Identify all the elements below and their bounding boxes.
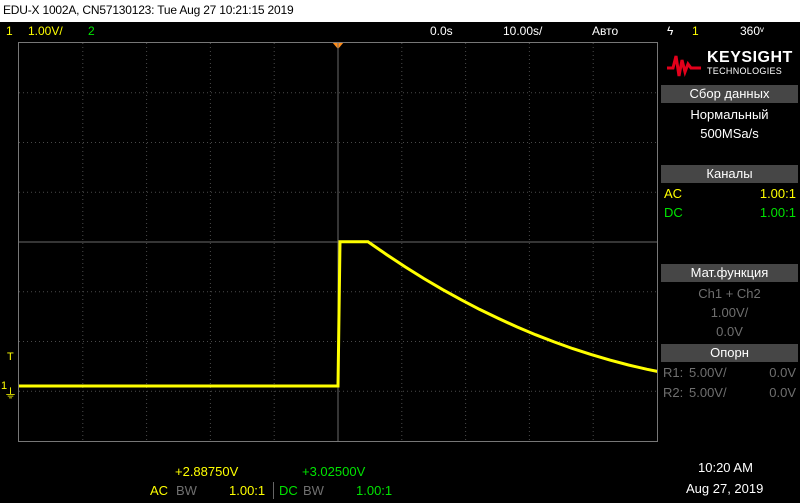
bottom-bar: +2.88750V +3.02500V AC BW 1.00:1 DC BW 1… [0,449,800,503]
reference-header[interactable]: Опорн [661,344,798,362]
channel-1-scale[interactable]: 1.00V/ [28,24,63,38]
channel-2-probe[interactable]: 1.00:1 [760,205,796,220]
channel-2-number[interactable]: 2 [88,24,95,38]
brand-sub: TECHNOLOGIES [707,66,783,76]
clock-time: 10:20 AM [698,460,753,475]
channel-1-bottom-probe[interactable]: 1.00:1 [229,483,265,498]
channel-1-bw-limit[interactable]: BW [176,483,197,498]
channel-1-coupling[interactable]: AC [664,186,682,201]
ref-2-label: R2: [663,385,684,400]
acquisition-mode: Нормальный [690,107,769,122]
acquisition-header[interactable]: Сбор данных [661,85,798,103]
channel-2-bottom-coupling[interactable]: DC [279,483,298,498]
ref-2-scale: 5.00V/ [689,385,727,400]
channel-1-offset[interactable]: +2.88750V [175,464,238,479]
channel-2-offset[interactable]: +3.02500V [302,464,365,479]
channel-divider [273,482,274,499]
channels-header[interactable]: Каналы [661,165,798,183]
trigger-mode[interactable]: Авто [592,24,618,38]
math-scale: 1.00V/ [710,305,749,320]
side-panel: KEYSIGHT TECHNOLOGIES Сбор данных Нормал… [659,40,800,442]
window-title: EDU-X 1002A, CN57130123: Tue Aug 27 10:2… [3,3,294,17]
ref-1-label: R1: [663,365,684,380]
trigger-edge-icon: ϟ [667,24,674,38]
ref-1-offset: 0.0V [769,365,796,380]
math-offset: 0.0V [716,324,743,339]
channel-2-bottom-probe[interactable]: 1.00:1 [356,483,392,498]
clock-date: Aug 27, 2019 [686,481,764,496]
trigger-level[interactable]: 360ᵛ [740,24,764,38]
brand-name: KEYSIGHT [707,49,793,66]
keysight-logo-icon [667,55,701,78]
ground-icon: ⏚ [4,386,18,401]
channel-1-probe[interactable]: 1.00:1 [760,186,796,201]
ref-1-scale: 5.00V/ [689,365,727,380]
channel-1-bottom-coupling[interactable]: AC [150,483,168,498]
time-offset[interactable]: 0.0s [430,24,453,38]
channel-1-number[interactable]: 1 [6,24,13,38]
math-header[interactable]: Мат.функция [661,264,798,282]
status-bar: 1 1.00V/ 2 0.0s 10.00ѕ/ Авто ϟ 1 360ᵛ [0,22,800,40]
channel-2-coupling[interactable]: DC [664,205,683,220]
trigger-level-marker[interactable]: T [7,351,14,363]
title-bar: EDU-X 1002A, CN57130123: Tue Aug 27 10:2… [0,0,800,22]
trigger-source[interactable]: 1 [692,24,699,38]
time-scale[interactable]: 10.00ѕ/ [503,24,542,38]
sample-rate: 500MSa/s [700,126,759,141]
ref-2-offset: 0.0V [769,385,796,400]
math-expression: Ch1 + Ch2 [698,286,761,301]
channel-2-bw-limit[interactable]: BW [303,483,324,498]
waveform-display[interactable] [18,42,658,442]
